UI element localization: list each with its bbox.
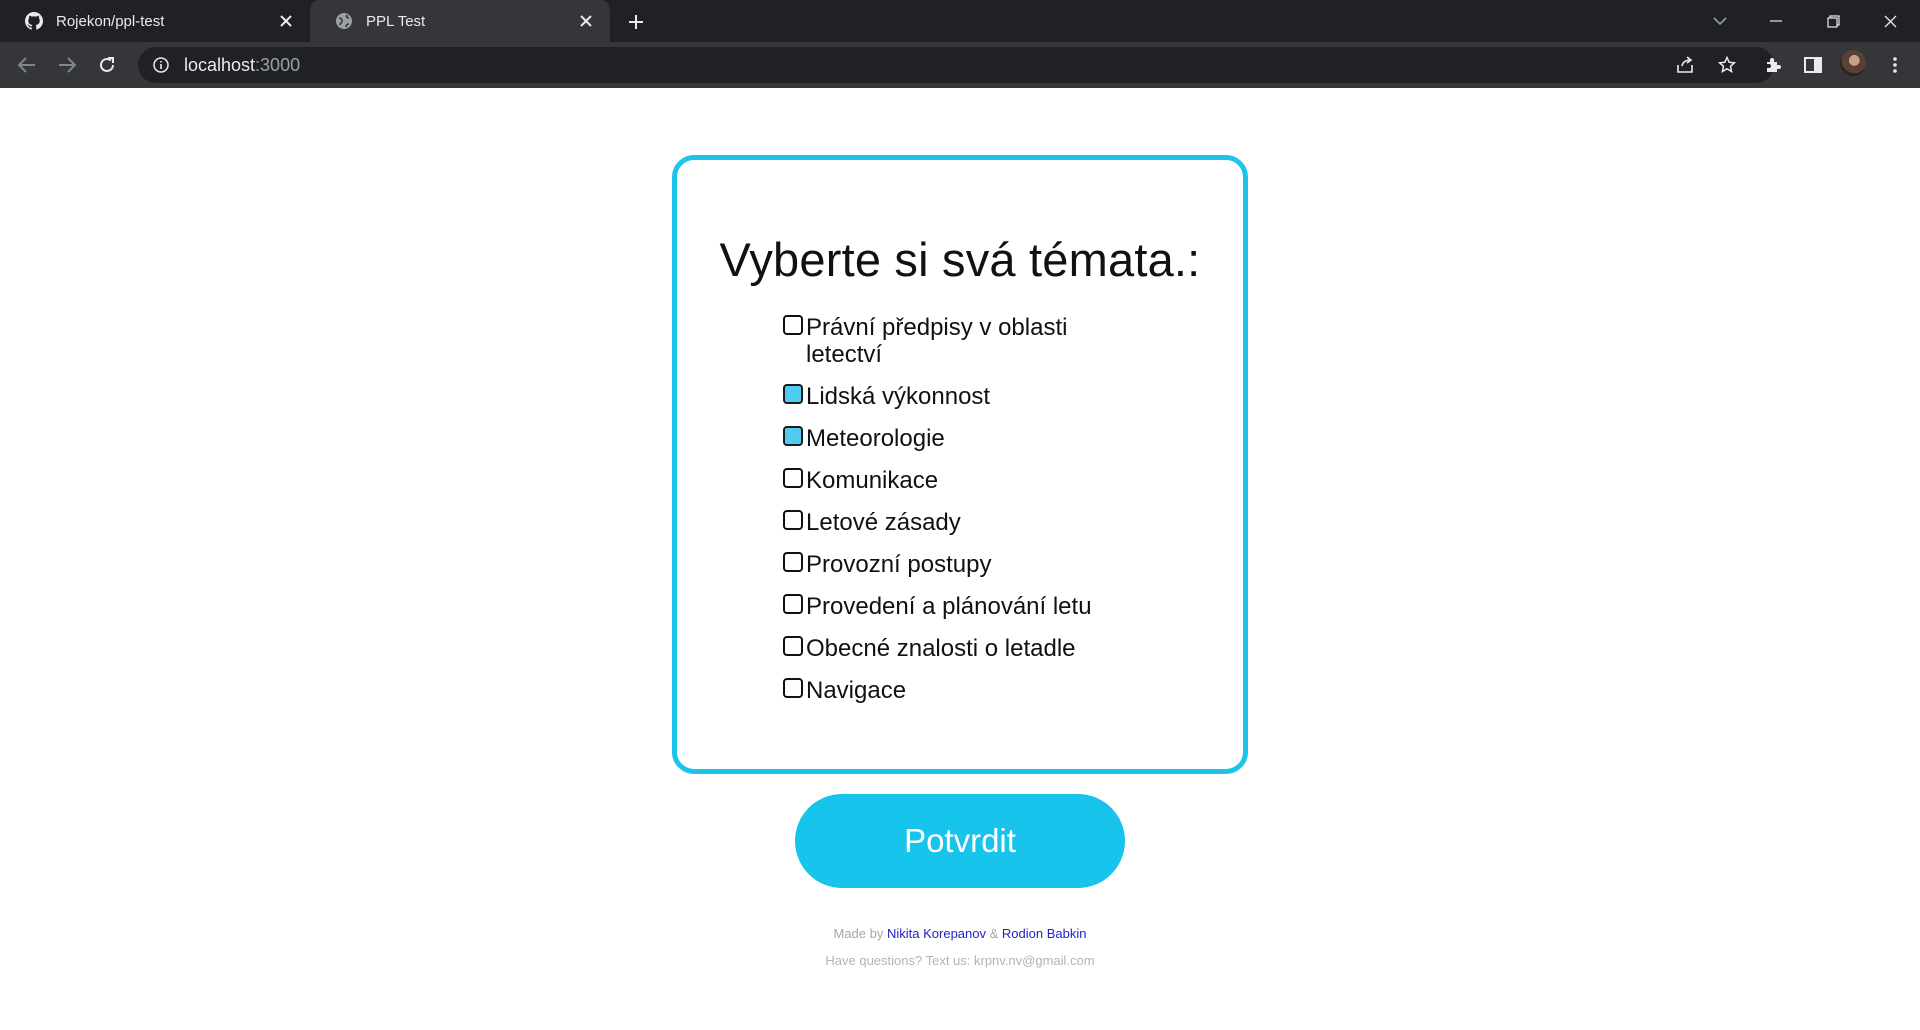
bookmark-star-icon[interactable]: [1712, 50, 1742, 80]
topic-checkbox[interactable]: [783, 594, 803, 614]
topic-label: Provozní postupy: [806, 551, 992, 578]
tab-github[interactable]: Rojekon/ppl-test: [0, 0, 310, 42]
made-by-text: Made by: [833, 926, 884, 941]
topic-label: Právní předpisy v oblasti letectví: [806, 314, 1068, 368]
new-tab-button[interactable]: [622, 8, 650, 36]
ampersand-text: &: [989, 926, 999, 941]
profile-avatar[interactable]: [1840, 50, 1866, 76]
topic-checkbox[interactable]: [783, 678, 803, 698]
topic-selection-card: Vyberte si svá témata.: Právní předpisy …: [672, 155, 1248, 774]
share-icon[interactable]: [1670, 50, 1700, 80]
topic-checkbox[interactable]: [783, 315, 803, 335]
github-icon: [24, 11, 44, 31]
author-link-nikita[interactable]: Nikita Korepanov: [887, 926, 986, 941]
topic-checkbox[interactable]: [783, 426, 803, 446]
topic-item[interactable]: Navigace: [783, 677, 1123, 704]
topic-label: Provedení a plánování letu: [806, 593, 1092, 620]
topic-checkbox[interactable]: [783, 384, 803, 404]
topic-label: Navigace: [806, 677, 907, 704]
menu-kebab-icon[interactable]: [1880, 50, 1910, 80]
topic-item[interactable]: Lidská výkonnost: [783, 383, 1123, 410]
globe-icon: [334, 11, 354, 31]
topic-label: Lidská výkonnost: [806, 383, 991, 410]
topic-checkbox[interactable]: [783, 636, 803, 656]
topic-item[interactable]: Komunikace: [783, 467, 1123, 494]
topic-checkbox[interactable]: [783, 510, 803, 530]
browser-toolbar: localhost:3000: [0, 42, 1920, 88]
topic-label: Obecné znalosti o letadle: [806, 635, 1076, 662]
contact-line: Have questions? Text us: krpnv.nv@gmail.…: [825, 953, 1095, 968]
tab-ppl-test[interactable]: PPL Test: [310, 0, 610, 42]
topic-item[interactable]: Provozní postupy: [783, 551, 1123, 578]
url-host: localhost: [184, 54, 256, 75]
tab-title: PPL Test: [366, 12, 426, 30]
tab-strip: Rojekon/ppl-test PPL Test: [0, 0, 1920, 42]
extensions-puzzle-icon[interactable]: [1758, 50, 1788, 80]
close-window-icon[interactable]: [1870, 6, 1910, 36]
minimize-icon[interactable]: [1756, 6, 1796, 36]
topic-checkbox[interactable]: [783, 552, 803, 572]
topic-item[interactable]: Obecné znalosti o letadle: [783, 635, 1123, 662]
topic-item[interactable]: Právní předpisy v oblasti letectví: [783, 314, 1123, 368]
tab-search-icon[interactable]: [1700, 6, 1740, 36]
page-title: Vyberte si svá témata.:: [719, 233, 1201, 286]
confirm-button[interactable]: Potvrdit: [795, 794, 1125, 888]
tab-title: Rojekon/ppl-test: [56, 12, 165, 30]
address-bar[interactable]: localhost:3000: [138, 47, 1774, 83]
side-panel-icon[interactable]: [1798, 50, 1828, 80]
close-icon[interactable]: [276, 11, 296, 31]
back-arrow-icon[interactable]: [12, 50, 42, 80]
reload-icon[interactable]: [92, 50, 122, 80]
url-port: :3000: [255, 54, 301, 75]
topic-list: Právní předpisy v oblasti letectví Lidská…: [783, 314, 1123, 719]
topic-item[interactable]: Provedení a plánování letu: [783, 593, 1123, 620]
topic-label: Letové zásady: [806, 509, 961, 536]
topic-item[interactable]: Meteorologie: [783, 425, 1123, 452]
topic-label: Komunikace: [806, 467, 939, 494]
info-icon[interactable]: [152, 56, 170, 74]
restore-icon[interactable]: [1813, 6, 1853, 36]
topic-item[interactable]: Letové zásady: [783, 509, 1123, 536]
author-link-rodion[interactable]: Rodion Babkin: [1002, 926, 1087, 941]
topic-checkbox[interactable]: [783, 468, 803, 488]
forward-arrow-icon[interactable]: [52, 50, 82, 80]
credits-line: Made by Nikita Korepanov & Rodion Babkin: [0, 926, 1920, 941]
topic-label: Meteorologie: [806, 425, 945, 452]
close-icon[interactable]: [576, 11, 596, 31]
